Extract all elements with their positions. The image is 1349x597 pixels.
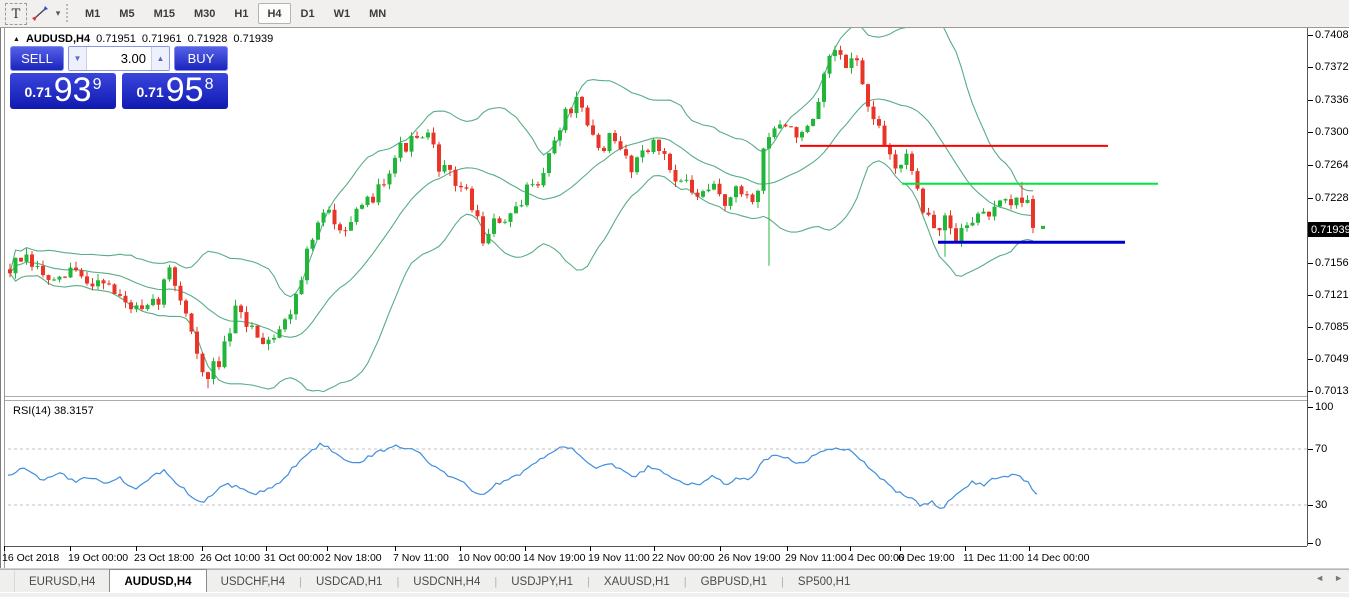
timeframe-button-w1[interactable]: W1 [325,3,360,24]
timeframe-button-m30[interactable]: M30 [185,3,224,24]
tab-scroll-right-icon[interactable]: ► [1334,573,1343,583]
time-axis-label: 29 Nov 11:00 [785,552,847,564]
chart-title: ▲ AUDUSD,H4 0.71951 0.71961 0.71928 0.71… [13,33,273,45]
time-axis-label: 4 Dec 00:00 [848,552,905,564]
price-axis-label: 0.73360 [1315,94,1349,106]
buy-price-big: 95 [166,73,204,107]
tab-usdcad-h1[interactable]: USDCAD,H1 [302,570,396,593]
timeframe-button-m1[interactable]: M1 [76,3,109,24]
ohlc-close: 0.71939 [233,33,273,45]
timeframe-button-d1[interactable]: D1 [292,3,324,24]
top-toolbar: T ▾ M1M5M15M30H1H4D1W1MN [0,0,1349,27]
tab-scroll-controls: ◄ ► [1315,573,1343,583]
arrows-glyph [32,6,48,21]
timeframe-button-m5[interactable]: M5 [110,3,143,24]
time-axis-label: 2 Nov 18:00 [325,552,382,564]
time-axis-label: 22 Nov 00:00 [652,552,714,564]
crosshair-arrows-icon[interactable] [30,3,50,23]
rsi-indicator-label: RSI(14) 38.3157 [13,405,94,417]
time-axis-label: 14 Dec 00:00 [1027,552,1089,564]
symbol-period-label: AUDUSD,H4 [26,33,90,45]
timeframe-bar: M1M5M15M30H1H4D1W1MN [76,3,396,24]
ohlc-low: 0.71928 [188,33,228,45]
tab-eurusd-h4[interactable]: EURUSD,H4 [15,570,109,593]
toolbar-grip [66,4,71,22]
tab-usdchf-h4[interactable]: USDCHF,H4 [207,570,300,593]
tab-gbpusd-h1[interactable]: GBPUSD,H1 [687,570,781,593]
volume-increase-button[interactable]: ▲ [151,47,169,70]
tool-dropdown-caret[interactable]: ▾ [52,3,64,23]
time-axis-label: 11 Dec 11:00 [963,552,1024,564]
rsi-axis-label: 100 [1315,401,1333,413]
tab-xauusd-h1[interactable]: XAUUSD,H1 [590,570,684,593]
terminal-window: T ▾ M1M5M15M30H1H4D1W1MN ▲ AUDUSD,H4 0.7… [0,0,1349,597]
price-axis-label: 0.70850 [1315,321,1349,333]
tab-bar-lead [0,570,15,593]
rsi-axis-label: 0 [1315,537,1321,549]
timeframe-button-m15[interactable]: M15 [145,3,184,24]
time-axis-label: 19 Oct 00:00 [68,552,128,564]
time-axis-label: 19 Nov 11:00 [588,552,650,564]
tab-sp500-h1[interactable]: SP500,H1 [784,570,864,593]
volume-decrease-button[interactable]: ▼ [69,47,87,70]
timeframe-button-mn[interactable]: MN [360,3,395,24]
sell-price-display[interactable]: 0.71 93 9 [10,73,116,109]
tab-usdjpy-h1[interactable]: USDJPY,H1 [497,570,587,593]
time-axis-label: 23 Oct 18:00 [134,552,194,564]
timeframe-button-h4[interactable]: H4 [258,3,290,24]
time-axis-label: 6 Dec 19:00 [898,552,955,564]
buy-price-prefix: 0.71 [137,77,164,107]
rsi-plot [8,443,1307,508]
sell-price-sup: 9 [93,77,102,93]
sell-price-big: 93 [54,73,92,107]
price-axis-label: 0.73720 [1315,61,1349,73]
ohlc-open: 0.71951 [96,33,136,45]
time-axis-label: 10 Nov 00:00 [458,552,520,564]
one-click-trading-panel: SELL ▼ 3.00 ▲ BUY 0.71 93 9 0.71 95 8 [10,46,228,109]
tab-audusd-h4[interactable]: AUDUSD,H4 [109,569,206,593]
timeframe-button-h1[interactable]: H1 [225,3,257,24]
text-tool-icon[interactable]: T [5,3,27,25]
price-axis-label: 0.70130 [1315,385,1349,397]
buy-button[interactable]: BUY [174,46,228,71]
price-axis-label: 0.71560 [1315,257,1349,269]
rsi-axis-label: 30 [1315,499,1327,511]
volume-spinner: ▼ 3.00 ▲ [68,46,170,71]
window-bottom-strip [0,592,1349,597]
time-axis-label: 7 Nov 11:00 [393,552,449,564]
price-axis-label: 0.73000 [1315,126,1349,138]
window-marker-icon: ▲ [13,36,20,43]
time-axis-label: 26 Oct 10:00 [200,552,260,564]
price-axis-label: 0.74080 [1315,29,1349,41]
buy-price-display[interactable]: 0.71 95 8 [122,73,228,109]
current-price-tag: 0.71939 [1308,222,1349,237]
ohlc-high: 0.71961 [142,33,182,45]
price-axis-label: 0.71210 [1315,289,1349,301]
sell-button[interactable]: SELL [10,46,64,71]
time-axis-label: 16 Oct 2018 [2,552,59,564]
volume-input[interactable]: 3.00 [87,47,151,70]
time-axis-label: 31 Oct 00:00 [264,552,324,564]
chart-tab-bar: EURUSD,H4AUDUSD,H4USDCHF,H4|USDCAD,H1|US… [0,569,1349,593]
price-axis-label: 0.70490 [1315,353,1349,365]
price-axis-label: 0.72280 [1315,192,1349,204]
tab-usdcnh-h4[interactable]: USDCNH,H4 [399,570,494,593]
time-axis-label: 26 Nov 19:00 [718,552,780,564]
tab-scroll-left-icon[interactable]: ◄ [1315,573,1324,583]
sell-price-prefix: 0.71 [25,77,52,107]
price-axis-label: 0.72640 [1315,159,1349,171]
time-axis-label: 14 Nov 19:00 [523,552,585,564]
buy-price-sup: 8 [205,77,214,93]
rsi-axis-label: 70 [1315,443,1327,455]
